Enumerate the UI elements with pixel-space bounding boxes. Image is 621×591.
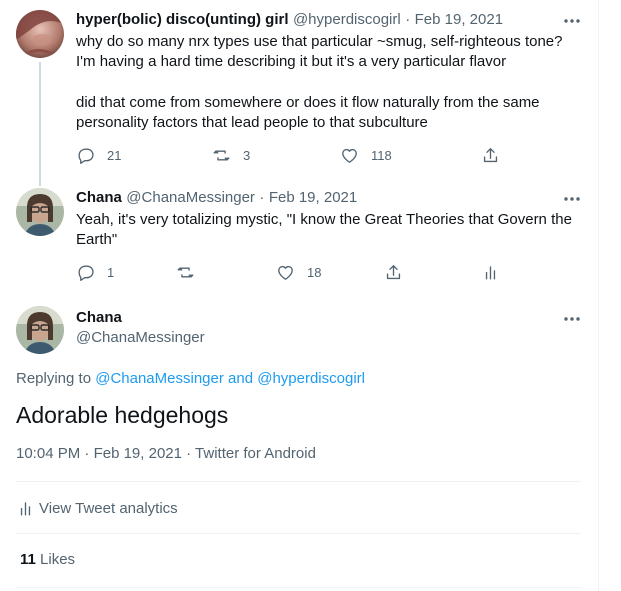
replying-user-chana[interactable]: @ChanaMessinger (95, 370, 224, 387)
tweet2-handle[interactable]: @ChanaMessinger (126, 189, 255, 206)
tweet1-author-name[interactable]: hyper(bolic) disco(unting) girl (76, 11, 289, 28)
tweet2-separator: · (259, 189, 265, 206)
main-timestamp: 10:04 PM · Feb 19, 2021 · Twitter for An… (16, 444, 316, 464)
view-analytics-link[interactable]: View Tweet analytics (16, 496, 178, 520)
tweet1-more-icon[interactable] (562, 11, 582, 31)
main-author-name[interactable]: Chana (76, 308, 122, 328)
main-date[interactable]: Feb 19, 2021 (94, 445, 182, 462)
tweet1-header: hyper(bolic) disco(unting) girl @hyperdi… (76, 10, 503, 30)
tweet1-share-button[interactable] (481, 145, 512, 165)
tweet2-like-count: 18 (307, 264, 322, 280)
tweet2-like-button[interactable]: 18 (276, 262, 321, 282)
tweet2-retweet-button[interactable] (176, 262, 207, 282)
tweet1-text-line: personality factors that lead people to … (76, 114, 428, 131)
tweet1-text-line: I'm having a hard time describing it but… (76, 53, 507, 70)
tweet2-analytics-button[interactable] (481, 262, 512, 282)
tweet2-date[interactable]: Feb 19, 2021 (269, 189, 357, 206)
tweet2-header: Chana @ChanaMessinger · Feb 19, 2021 (76, 188, 357, 208)
tweet1-reply-count: 21 (107, 147, 122, 163)
tweet1-retweet-count: 3 (243, 147, 251, 163)
avatar-chana[interactable] (16, 188, 64, 236)
share-icon (483, 147, 498, 162)
reply-icon (78, 147, 94, 164)
tweet2-more-icon[interactable] (562, 189, 582, 209)
tweet1-retweet-button[interactable]: 3 (212, 145, 250, 165)
replying-user-hyperdiscogirl[interactable]: @hyperdiscogirl (257, 370, 365, 387)
tweet1-like-count: 118 (371, 147, 392, 163)
divider (16, 481, 581, 482)
replying-prefix: Replying to (16, 370, 92, 387)
tweet1-text-line: did that come from somewhere or does it … (76, 94, 540, 111)
divider (16, 587, 581, 588)
tweet2-text-line: Yeah, it's very totalizing mystic, "I kn… (76, 211, 572, 228)
replying-and: and (228, 370, 254, 387)
main-timestamp-separator: · (186, 445, 192, 462)
reply-icon (78, 264, 94, 281)
like-icon (278, 265, 293, 280)
main-handle[interactable]: @ChanaMessinger (76, 328, 205, 348)
tweet1-text-line: why do so many nrx types use that partic… (76, 33, 563, 50)
tweet2-reply-button[interactable]: 1 (76, 262, 114, 282)
tweet2-author-name[interactable]: Chana (76, 189, 122, 206)
tweet2-text-line: Earth" (76, 231, 118, 248)
main-tweet-text: Adorable hedgehogs (16, 402, 229, 428)
view-analytics-label: View Tweet analytics (39, 499, 178, 517)
tweet1-like-button[interactable]: 118 (340, 145, 392, 165)
avatar-chana-main[interactable] (16, 306, 64, 354)
likes-label: Likes (40, 551, 76, 568)
avatar-hyperdiscogirl[interactable] (16, 10, 64, 58)
share-icon (386, 264, 401, 279)
like-icon (342, 148, 357, 163)
main-source[interactable]: Twitter for Android (195, 445, 316, 462)
tweet1-reply-button[interactable]: 21 (76, 145, 121, 165)
thread-connector (39, 62, 41, 186)
tweet1-separator: · (405, 11, 411, 28)
replying-to: Replying to @ChanaMessinger and @hyperdi… (16, 369, 365, 389)
analytics-icon (20, 501, 31, 516)
retweet-icon (177, 266, 194, 278)
retweet-icon (213, 149, 230, 161)
analytics-icon (485, 265, 496, 280)
tweet2-share-button[interactable] (384, 262, 415, 282)
tweet2-reply-count: 1 (107, 264, 115, 280)
likes-count: 11 (20, 551, 36, 568)
tweet1-handle[interactable]: @hyperdiscogirl (293, 11, 401, 28)
likes-stat[interactable]: 11 Likes (20, 550, 75, 570)
main-timestamp-separator: · (84, 445, 90, 462)
tweet1-date[interactable]: Feb 19, 2021 (415, 11, 503, 28)
main-time[interactable]: 10:04 PM (16, 445, 80, 462)
column-border (598, 0, 599, 591)
divider (16, 533, 581, 534)
main-more-icon[interactable] (562, 309, 582, 329)
